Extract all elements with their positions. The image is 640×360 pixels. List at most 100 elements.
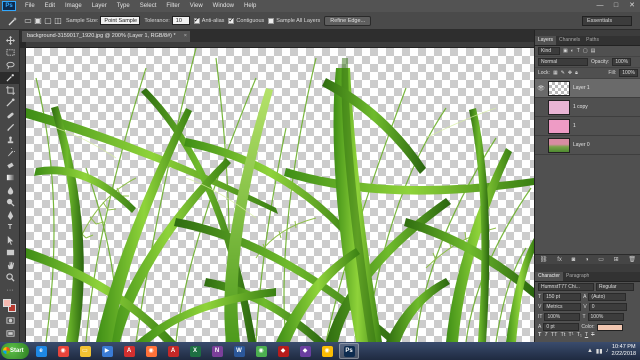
gradient-tool-icon[interactable] <box>0 172 20 185</box>
taskbar-app-button[interactable]: X <box>185 343 205 359</box>
add-selection-icon[interactable]: ▣ <box>34 15 42 27</box>
filter-type-icon[interactable]: T <box>577 48 580 54</box>
folder-icon[interactable]: ▭ <box>598 256 604 263</box>
text-color-swatch[interactable] <box>596 323 623 331</box>
kerning-select[interactable]: Metrics <box>543 303 582 311</box>
layer-row-1-copy[interactable]: 1 copy <box>535 98 640 117</box>
taskbar-app-button[interactable]: ◉ <box>251 343 271 359</box>
taskbar-app-button[interactable]: ◆ <box>295 343 315 359</box>
brush-tool-icon[interactable] <box>0 122 20 135</box>
mask-icon[interactable]: ◙ <box>572 257 576 263</box>
trash-icon[interactable]: 🗑︎ <box>628 256 636 263</box>
crop-tool-icon[interactable] <box>0 84 20 97</box>
more-tools-icon[interactable]: ··· <box>0 284 20 297</box>
refine-edge-button[interactable]: Refine Edge... <box>324 15 372 26</box>
menu-select[interactable]: Select <box>135 0 162 12</box>
taskbar-app-button[interactable]: e <box>31 343 51 359</box>
small-caps-button[interactable]: Tt <box>560 332 565 338</box>
workspace-select[interactable]: Essentials <box>582 16 632 26</box>
taskbar-app-button[interactable]: A <box>119 343 139 359</box>
tolerance-input[interactable]: 10 <box>171 16 190 25</box>
subtract-selection-icon[interactable]: ▢ <box>44 15 52 27</box>
intersect-selection-icon[interactable]: ◫ <box>54 15 62 27</box>
tab-paragraph[interactable]: Paragraph <box>563 272 592 281</box>
leading-input[interactable]: (Auto) <box>588 293 627 301</box>
menu-image[interactable]: Image <box>60 0 87 12</box>
menu-type[interactable]: Type <box>112 0 135 12</box>
eye-icon[interactable]: 👁︎ <box>537 85 545 92</box>
clock[interactable]: 10:47 PM 2/22/2018 <box>612 344 636 358</box>
menu-view[interactable]: View <box>185 0 208 12</box>
magic-wand-icon[interactable] <box>0 71 20 84</box>
dodge-tool-icon[interactable] <box>0 197 20 210</box>
menu-layer[interactable]: Layer <box>87 0 112 12</box>
healing-brush-icon[interactable] <box>0 109 20 122</box>
hand-tool-icon[interactable] <box>0 259 20 272</box>
layer-row-1[interactable]: 1 <box>535 117 640 136</box>
blur-tool-icon[interactable] <box>0 184 20 197</box>
taskbar-app-button[interactable]: ◆ <box>273 343 293 359</box>
canvas-area[interactable] <box>20 42 534 342</box>
superscript-button[interactable]: T¹ <box>568 332 573 338</box>
taskbar-app-button[interactable]: ▭ <box>75 343 95 359</box>
menu-window[interactable]: Window <box>208 0 239 12</box>
lock-transparent-icon[interactable]: ▦ <box>553 70 558 76</box>
taskbar-app-button[interactable]: ◉ <box>317 343 337 359</box>
move-tool-icon[interactable] <box>0 34 20 47</box>
artboard[interactable] <box>26 48 534 342</box>
contiguous-checkbox[interactable] <box>228 16 235 24</box>
magic-wand-tool-icon[interactable] <box>6 15 20 27</box>
tray-arrow-icon[interactable]: ▲ <box>587 348 593 354</box>
new-selection-icon[interactable]: ▭ <box>24 15 32 27</box>
anti-alias-checkbox[interactable] <box>193 16 200 24</box>
new-layer-icon[interactable]: ⊞ <box>614 256 619 263</box>
history-brush-icon[interactable] <box>0 147 20 160</box>
font-family-select[interactable]: HumnstT77 Chi... <box>538 283 594 291</box>
taskbar-app-button[interactable]: Ps <box>339 343 359 359</box>
underline-button[interactable]: T <box>585 332 588 338</box>
eyedropper-tool-icon[interactable] <box>0 97 20 110</box>
taskbar-app-button[interactable]: W <box>229 343 249 359</box>
color-swatches[interactable] <box>0 297 20 315</box>
font-size-input[interactable]: 150 pt <box>543 293 582 301</box>
marquee-tool-icon[interactable] <box>0 47 20 60</box>
layer-row-layer-0[interactable]: Layer 0 <box>535 136 640 155</box>
filter-pixel-icon[interactable]: ▣ <box>563 48 568 54</box>
screen-mode-icon[interactable] <box>0 327 20 340</box>
adjustment-icon[interactable]: ◑ <box>585 257 589 263</box>
faux-italic-button[interactable]: T <box>544 332 547 338</box>
start-button[interactable]: Start <box>1 343 29 359</box>
foreground-color-swatch[interactable] <box>3 298 11 307</box>
volume-icon[interactable]: ♪ <box>606 348 609 354</box>
eraser-tool-icon[interactable] <box>0 159 20 172</box>
blend-mode-select[interactable]: Normal <box>538 58 588 66</box>
filter-shape-icon[interactable]: ▢ <box>583 48 588 54</box>
pen-tool-icon[interactable] <box>0 209 20 222</box>
all-caps-button[interactable]: TT <box>551 332 558 338</box>
fx-icon[interactable]: fx <box>557 257 562 263</box>
fill-input[interactable]: 100% <box>619 69 638 77</box>
vertical-scale-input[interactable]: 100% <box>544 313 581 321</box>
lock-position-icon[interactable]: ✥ <box>568 70 572 76</box>
filter-smart-icon[interactable]: ▤ <box>591 48 596 54</box>
rectangle-tool-icon[interactable] <box>0 247 20 260</box>
taskbar-app-button[interactable]: A <box>163 343 183 359</box>
lock-all-icon[interactable]: 🔒︎ <box>575 70 578 76</box>
baseline-shift-input[interactable]: 0 pt <box>543 323 580 331</box>
menu-file[interactable]: File <box>20 0 40 12</box>
maximize-button[interactable]: □ <box>608 0 624 12</box>
menu-help[interactable]: Help <box>239 0 261 12</box>
sample-size-select[interactable]: Point Sample <box>100 16 141 25</box>
type-tool-icon[interactable]: T <box>0 222 20 235</box>
path-selection-icon[interactable] <box>0 234 20 247</box>
link-icon[interactable]: ⛓︎ <box>540 256 548 263</box>
taskbar-app-button[interactable]: ◉ <box>53 343 73 359</box>
lasso-tool-icon[interactable] <box>0 59 20 72</box>
taskbar-app-button[interactable]: ◉ <box>141 343 161 359</box>
taskbar-app-button[interactable]: N <box>207 343 227 359</box>
quick-mask-icon[interactable] <box>0 315 20 328</box>
document-tab[interactable]: background-3159017_1920.jpg @ 200% (Laye… <box>22 31 190 42</box>
menu-edit[interactable]: Edit <box>40 0 60 12</box>
lock-pixels-icon[interactable]: ✎ <box>561 70 565 76</box>
close-button[interactable]: ✕ <box>624 0 640 12</box>
